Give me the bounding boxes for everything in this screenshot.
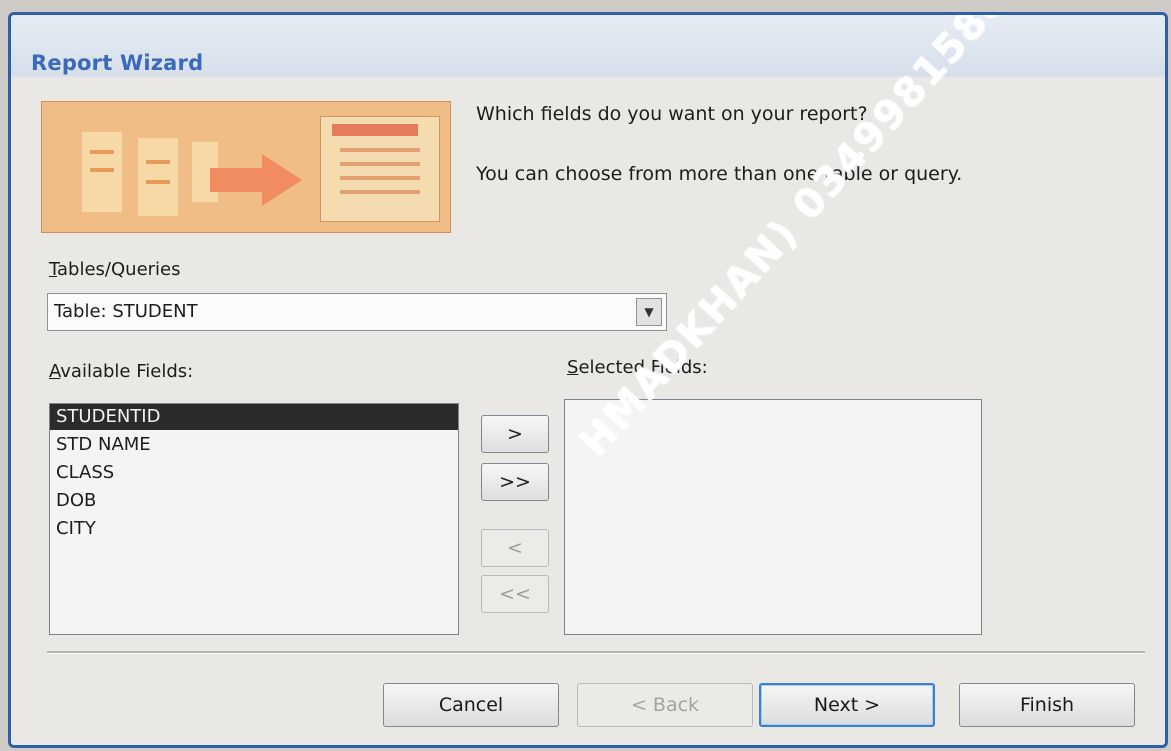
available-field-item[interactable]: STD NAME bbox=[56, 432, 151, 458]
title-bar: Report Wizard bbox=[11, 15, 1165, 77]
illustration-line bbox=[146, 160, 170, 164]
illustration-report-header bbox=[332, 124, 418, 136]
available-field-item[interactable]: CLASS bbox=[56, 460, 114, 486]
illustration-arrow-head bbox=[262, 154, 302, 206]
wizard-question: Which fields do you want on your report? bbox=[476, 103, 868, 125]
illustration-line bbox=[340, 190, 420, 194]
available-field-item[interactable]: DOB bbox=[56, 488, 96, 514]
available-fields-list[interactable]: STUDENTID STD NAME CLASS DOB CITY bbox=[49, 403, 459, 635]
report-wizard-window: Report Wizard Which fields do you want o… bbox=[8, 12, 1168, 748]
illustration-line bbox=[90, 168, 114, 172]
add-all-fields-button[interactable]: >> bbox=[481, 463, 549, 501]
next-button[interactable]: Next > bbox=[759, 683, 935, 727]
illustration-line bbox=[340, 148, 420, 152]
illustration-line bbox=[340, 162, 420, 166]
available-fields-accesskey: A bbox=[49, 361, 61, 382]
tables-queries-accesskey: T bbox=[49, 259, 58, 280]
cancel-button[interactable]: Cancel bbox=[383, 683, 559, 727]
available-field-item[interactable]: STUDENTID bbox=[50, 404, 458, 430]
selected-fields-accesskey: S bbox=[567, 357, 579, 378]
selected-fields-label: Selected Fields: bbox=[567, 357, 708, 378]
available-fields-label-text: vailable Fields: bbox=[60, 361, 194, 382]
illustration-line bbox=[146, 180, 170, 184]
illustration-field-block bbox=[138, 138, 178, 216]
illustration-field-block bbox=[82, 132, 122, 212]
tables-queries-value: Table: STUDENT bbox=[54, 301, 198, 322]
chevron-down-icon[interactable]: ▼ bbox=[636, 298, 662, 326]
tables-queries-label-text: ables/Queries bbox=[57, 259, 181, 280]
illustration-line bbox=[340, 176, 420, 180]
add-field-button[interactable]: > bbox=[481, 415, 549, 453]
finish-button[interactable]: Finish bbox=[959, 683, 1135, 727]
remove-all-fields-button[interactable]: << bbox=[481, 575, 549, 613]
tables-queries-combobox[interactable]: Table: STUDENT ▼ bbox=[47, 293, 667, 331]
back-button[interactable]: < Back bbox=[577, 683, 753, 727]
illustration-line bbox=[90, 150, 114, 154]
wizard-illustration bbox=[41, 101, 451, 233]
window-title: Report Wizard bbox=[31, 51, 204, 75]
next-button-label: Next > bbox=[813, 694, 881, 716]
tables-queries-label: Tables/Queries bbox=[49, 259, 181, 280]
footer-divider bbox=[47, 651, 1145, 654]
available-fields-label: Available Fields: bbox=[49, 361, 193, 382]
selected-fields-label-text: elected Fields: bbox=[578, 357, 708, 378]
selected-fields-list[interactable] bbox=[564, 399, 982, 635]
illustration-arrow bbox=[210, 168, 266, 192]
available-field-item[interactable]: CITY bbox=[56, 516, 96, 542]
wizard-hint: You can choose from more than one table … bbox=[476, 163, 963, 185]
remove-field-button[interactable]: < bbox=[481, 529, 549, 567]
